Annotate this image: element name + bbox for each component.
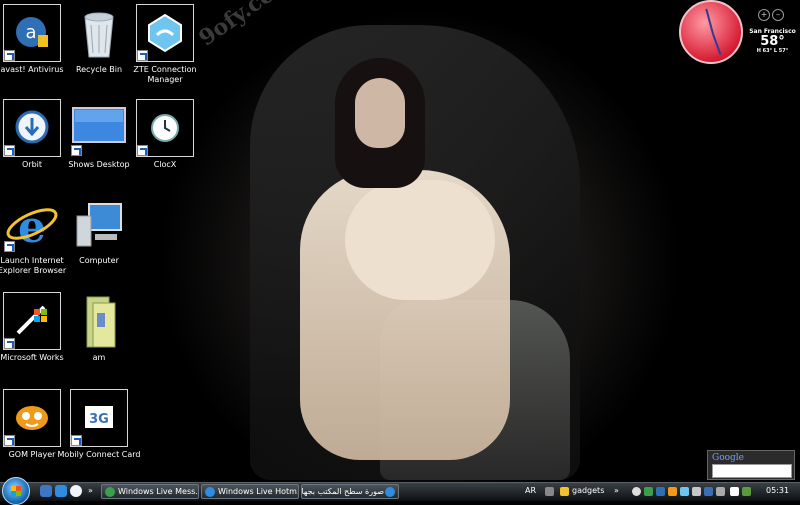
wallpaper-figure-face bbox=[355, 78, 405, 148]
minimize-sidebar-button[interactable]: – bbox=[772, 9, 784, 21]
show-desktop-quicklaunch-icon[interactable] bbox=[40, 485, 52, 497]
desktop-icon-clocx[interactable]: ClocX bbox=[117, 97, 213, 170]
taskbar-item[interactable]: Windows Live Hotm... bbox=[201, 484, 299, 499]
computer-icon bbox=[70, 195, 128, 253]
icon-label: am bbox=[92, 353, 106, 362]
tray-zte-icon[interactable] bbox=[680, 487, 689, 496]
taskbar: » Windows Live Mess... Windows Live Hotm… bbox=[0, 477, 800, 505]
internet-explorer-quicklaunch-icon[interactable] bbox=[55, 485, 67, 497]
orbit-quicklaunch-icon[interactable] bbox=[70, 485, 82, 497]
start-button[interactable] bbox=[2, 477, 30, 505]
language-indicator[interactable]: AR bbox=[525, 486, 536, 495]
taskbar-item[interactable]: Windows Live Mess... bbox=[101, 484, 199, 499]
google-logo: Google bbox=[712, 453, 744, 463]
tray-usb-icon[interactable] bbox=[692, 487, 701, 496]
gadgets-icon bbox=[560, 487, 569, 496]
clock-hour-hand bbox=[705, 8, 714, 35]
tray-volume-icon[interactable] bbox=[730, 487, 739, 496]
toolbar-overflow-icon[interactable]: » bbox=[614, 486, 619, 495]
taskbar-item[interactable]: صورة سطح المكتب بجها... bbox=[301, 484, 399, 499]
google-search-gadget: Google bbox=[707, 450, 795, 480]
tray-network-icon[interactable] bbox=[644, 487, 653, 496]
taskbar-clock[interactable]: 05:31 bbox=[766, 486, 789, 495]
svg-text:3G: 3G bbox=[89, 412, 109, 427]
zte-icon bbox=[136, 4, 194, 62]
wallpaper-figure-legs bbox=[345, 180, 495, 300]
tray-search-icon[interactable] bbox=[632, 487, 641, 496]
tray-flag-icon[interactable] bbox=[716, 487, 725, 496]
tray-power-icon[interactable] bbox=[742, 487, 751, 496]
gadgets-toolbar-label[interactable]: gadgets bbox=[572, 486, 604, 495]
desktop-icon-mobily[interactable]: 3G Mobily Connect Card bbox=[51, 387, 147, 460]
icon-label: ZTE Connection Manager bbox=[133, 65, 197, 84]
internet-explorer-icon bbox=[385, 487, 395, 497]
icon-label: ClocX bbox=[153, 160, 177, 169]
tray-gom-icon[interactable] bbox=[668, 487, 677, 496]
svg-text:a: a bbox=[25, 22, 36, 43]
desktop-icon-zte[interactable]: ZTE Connection Manager bbox=[117, 2, 213, 85]
desktop-icon-am[interactable]: am bbox=[51, 290, 147, 363]
internet-explorer-icon bbox=[205, 487, 215, 497]
gadget-sidebar-controls: + – bbox=[758, 2, 786, 21]
clock-minute-hand bbox=[712, 33, 722, 56]
weather-gadget[interactable]: San Francisco 58° H 63° L 57° bbox=[745, 28, 800, 54]
messenger-icon bbox=[105, 487, 115, 497]
add-gadget-button[interactable]: + bbox=[758, 9, 770, 21]
clock-gadget[interactable] bbox=[679, 0, 743, 64]
weather-range: H 63° L 57° bbox=[756, 48, 789, 54]
quicklaunch-overflow-icon[interactable]: » bbox=[88, 486, 93, 495]
weather-temperature: 58° bbox=[760, 34, 785, 49]
mobily-3g-icon: 3G bbox=[70, 389, 128, 447]
clock-icon bbox=[136, 99, 194, 157]
keyboard-icon[interactable] bbox=[545, 487, 554, 496]
desktop-icon-computer[interactable]: Computer bbox=[51, 193, 147, 266]
tray-bluetooth-icon[interactable] bbox=[704, 487, 713, 496]
google-search-input[interactable] bbox=[712, 464, 792, 478]
folder-icon bbox=[70, 292, 128, 350]
tray-avast-icon[interactable] bbox=[656, 487, 665, 496]
icon-label: Computer bbox=[79, 256, 119, 265]
icon-label: Mobily Connect Card bbox=[57, 450, 141, 459]
